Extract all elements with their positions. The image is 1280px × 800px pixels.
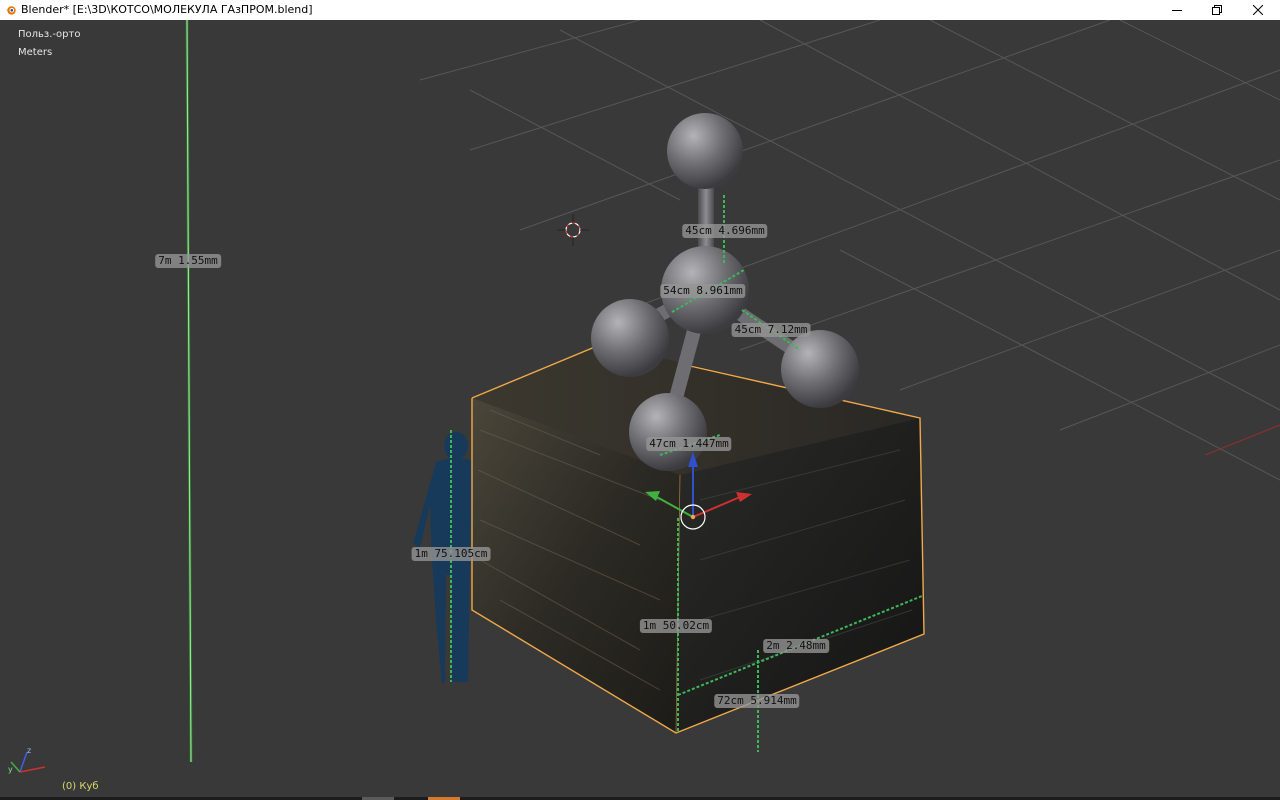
measure-label-tall-ruler: 7m 1.55mm xyxy=(155,254,221,268)
close-button[interactable] xyxy=(1235,0,1280,20)
atom-right[interactable] xyxy=(781,330,859,408)
minimize-icon xyxy=(1172,10,1182,11)
measure-label-cube-height: 1m 50.02cm xyxy=(639,619,713,633)
units-label: Meters xyxy=(18,47,53,58)
3d-viewport[interactable]: z y Польз.-орто Meters (0) Куб 7m 1.55mm… xyxy=(0,20,1280,797)
measure-label-front-bond: 47cm 1.447mm xyxy=(646,437,732,451)
measure-label-right-bond: 45cm 7.12mm xyxy=(731,323,811,337)
measure-label-center-bond: 54cm 8.961mm xyxy=(660,284,746,298)
window-title: Blender* [E:\3D\КОТСО\МОЛЕКУЛА ГАзПРОМ.b… xyxy=(21,3,313,16)
active-object-label: (0) Куб xyxy=(62,781,99,792)
svg-text:z: z xyxy=(27,746,31,755)
object-origin xyxy=(690,514,696,520)
close-icon xyxy=(1253,5,1263,15)
cube-mesh[interactable] xyxy=(471,343,925,734)
restore-button[interactable] xyxy=(1194,0,1240,20)
atom-left[interactable] xyxy=(591,299,669,377)
title-bar: Blender* [E:\3D\КОТСО\МОЛЕКУЛА ГАзПРОМ.b… xyxy=(0,0,1280,20)
svg-text:y: y xyxy=(8,765,13,774)
blender-logo-icon xyxy=(5,6,16,15)
3d-cursor[interactable] xyxy=(557,214,589,246)
measure-label-cube-width: 2m 2.48mm xyxy=(763,639,829,653)
atom-top[interactable] xyxy=(667,113,743,189)
measure-label-human-height: 1m 75.105cm xyxy=(411,547,491,561)
measure-label-cube-offset: 72cm 5.914mm xyxy=(714,694,800,708)
scene-canvas: z y xyxy=(8,20,1280,774)
x-axis-line xyxy=(1204,424,1280,456)
measure-label-top-bond: 45cm 4.696mm xyxy=(682,224,768,238)
view-name-label: Польз.-орто xyxy=(18,29,81,40)
restore-icon xyxy=(1212,5,1222,15)
axis-orientation-gizmo: z y xyxy=(8,746,46,774)
tall-ruler-line xyxy=(185,20,193,763)
